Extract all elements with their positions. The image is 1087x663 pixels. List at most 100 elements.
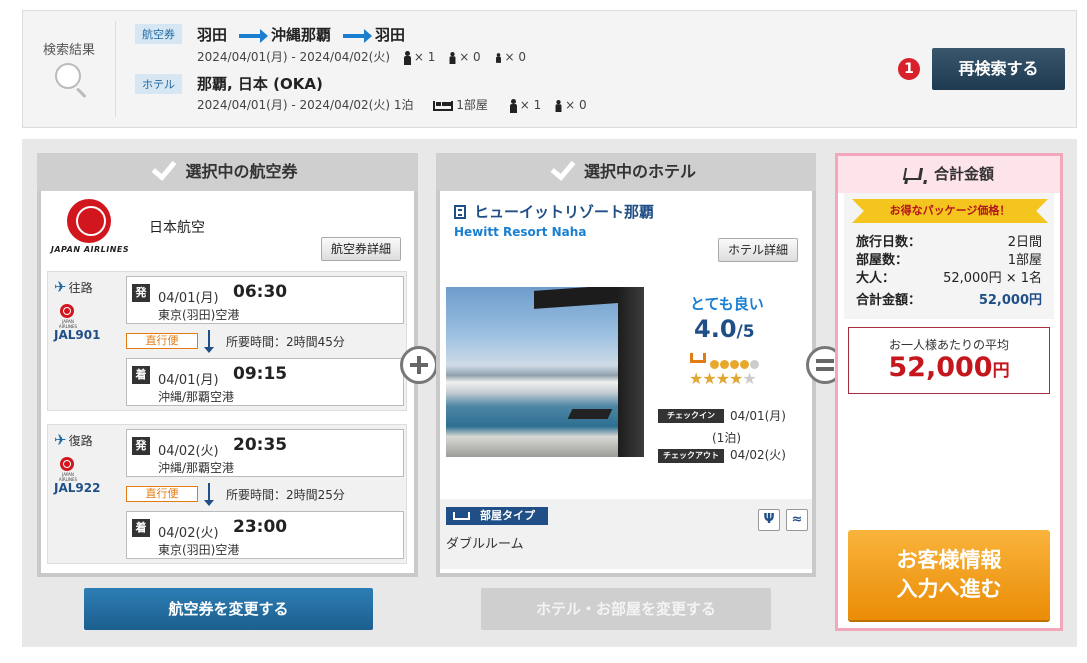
depart-airport: 東京(羽田)空港	[158, 308, 240, 322]
total-card: 合計金額 お得なパッケージ価格！ 旅行日数： 2日間 部屋数： 1部屋 大人： 52,…	[835, 153, 1063, 631]
hotel-card-title: 選択中のホテル	[583, 162, 696, 181]
rating-dot	[710, 360, 719, 369]
hotel-name-en[interactable]: Hewitt Resort Naha	[454, 225, 586, 239]
change-hotel-button[interactable]: ホテル・お部屋を変更する	[481, 588, 771, 630]
rating-score-max: /5	[736, 322, 755, 342]
plus-icon	[400, 346, 438, 384]
flight-dates: 2024/04/01(月) - 2024/04/02(火)	[197, 50, 391, 64]
room-type-tag: 部屋タイプ	[446, 507, 548, 525]
adult-icon	[509, 98, 517, 113]
average-price-box: お一人様あたりの平均 52,000円	[848, 327, 1050, 394]
bed-icon	[453, 512, 470, 520]
star-icon: ★	[742, 369, 756, 388]
jal-mini-logo-icon	[60, 304, 74, 318]
depart-date: 04/01(月)	[158, 291, 219, 306]
jal-mini-logo-icon	[60, 457, 74, 471]
arrive-airport: 東京(羽田)空港	[158, 543, 240, 557]
total-card-header: 合計金額	[838, 156, 1060, 193]
checkin-date: 04/01(月)	[730, 409, 786, 423]
return-leg: ✈ 復路 JAPAN AIRLINES JAL922 発 04/02(火) 20:…	[47, 424, 407, 564]
arrive-date: 04/01(月)	[158, 373, 219, 388]
outbound-leg: ✈ 往路 JAPAN AIRLINES JAL901 発 04/01(月) 06:…	[47, 271, 407, 411]
flight-card-title: 選択中の航空券	[185, 162, 298, 181]
restaurant-icon: Ψ	[758, 509, 780, 531]
rating-score-value: 4.0	[694, 315, 737, 343]
arrive-label: 着	[132, 366, 150, 384]
arrival-stop: 着 04/02(火) 23:00 東京(羽田)空港	[126, 511, 404, 559]
arrive-label: 着	[132, 519, 150, 537]
row-label: 合計金額：	[856, 293, 922, 308]
flight-card: 選択中の航空券 JAPAN AIRLINES 日本航空 航空券詳細 ✈ 往路 JA…	[37, 153, 418, 577]
rooms-row: 部屋数： 1部屋	[856, 249, 1042, 268]
row-value: 52,000円 × 1名	[943, 271, 1042, 286]
jal-crane-icon	[67, 199, 111, 243]
change-flight-button[interactable]: 航空券を変更する	[84, 588, 373, 630]
star-icon: ★	[729, 369, 743, 388]
hotel-photo[interactable]	[446, 287, 644, 457]
total-details: お得なパッケージ価格！ 旅行日数： 2日間 部屋数： 1部屋 大人： 52,000円 …	[844, 193, 1054, 319]
departure-stop: 発 04/02(火) 20:35 沖縄/那覇空港	[126, 429, 404, 477]
direction-label: 往路	[68, 281, 93, 295]
hotel-rooms: 1部屋	[456, 98, 488, 112]
wifi-icon: ≈	[786, 509, 808, 531]
adults-row: 大人： 52,000円 × 1名	[856, 267, 1042, 286]
hotel-name[interactable]: ヒューイットリゾート那覇	[454, 201, 654, 222]
child-icon	[555, 99, 562, 112]
arrive-time: 23:00	[233, 517, 288, 537]
rating-text: とても良い	[690, 295, 764, 313]
crown-icon	[690, 353, 706, 363]
average-price-unit: 円	[992, 361, 1010, 381]
jal-logo: JAPAN AIRLINES	[45, 197, 135, 259]
photo-chair	[567, 409, 613, 419]
plane-icon: ✈	[54, 278, 67, 296]
proceed-line1: お客様情報	[896, 548, 1002, 572]
research-button[interactable]: 再検索する	[932, 48, 1065, 90]
checkout-label: チェックアウト	[658, 449, 724, 463]
rating-dot	[720, 360, 729, 369]
return-airport: 羽田	[375, 26, 406, 44]
outbound-direction: ✈ 往路	[54, 278, 93, 296]
star-icon: ★	[702, 369, 716, 388]
proceed-button[interactable]: お客様情報 入力へ進む	[848, 530, 1050, 620]
arrow-right-icon	[239, 28, 269, 43]
building-icon	[454, 205, 466, 219]
plane-icon: ✈	[54, 431, 67, 449]
child-icon	[449, 51, 456, 64]
jal-logo-text: JAPAN AIRLINES	[50, 245, 130, 254]
flight-info: 2024/04/01(月) - 2024/04/02(火) × 1 × 0 × …	[197, 48, 526, 65]
flight-detail-button[interactable]: 航空券詳細	[321, 237, 402, 261]
arrive-airport: 沖縄/那覇空港	[158, 390, 235, 404]
arrow-down-icon	[204, 330, 214, 353]
hotel-name-text[interactable]: ヒューイットリゾート那覇	[474, 203, 654, 221]
depart-time: 06:30	[233, 282, 288, 302]
hotel-detail-button[interactable]: ホテル詳細	[718, 238, 799, 262]
depart-label: 発	[132, 284, 150, 302]
divider	[115, 21, 116, 117]
direct-flight-badge: 直行便	[126, 333, 198, 349]
return-direction: ✈ 復路	[54, 431, 93, 449]
check-icon	[152, 155, 177, 181]
package-ribbon: お得なパッケージ価格！	[852, 199, 1048, 223]
search-icon	[55, 63, 81, 89]
origin: 羽田	[197, 26, 228, 44]
proceed-line2: 入力へ進む	[896, 577, 1002, 601]
average-price-value: 52,000	[888, 352, 993, 383]
row-value: 2日間	[1007, 235, 1042, 250]
hotel-adults: × 1	[519, 98, 542, 112]
cart-icon	[902, 168, 924, 180]
bed-icon	[433, 100, 454, 111]
hotel-location: 那覇, 日本 (OKA)	[197, 75, 323, 93]
row-value: 1部屋	[1007, 253, 1042, 268]
flight-card-header: 選択中の航空券	[37, 153, 418, 191]
infant-icon	[495, 52, 501, 63]
hotel-tag: ホテル	[135, 74, 182, 94]
checkout-date: 04/02(火)	[730, 448, 786, 462]
hotel-children: × 0	[565, 98, 587, 112]
flight-tag: 航空券	[135, 24, 182, 44]
flight-number: JAL922	[54, 481, 101, 495]
hotel-dates: 2024/04/01(月) - 2024/04/02(火) 1泊	[197, 98, 414, 112]
airline-name: 日本航空	[149, 220, 205, 236]
room-section: 部屋タイプ Ψ ≈ ダブルルーム	[440, 499, 812, 569]
destination: 沖縄那覇	[271, 26, 332, 44]
arrow-down-icon	[204, 483, 214, 506]
